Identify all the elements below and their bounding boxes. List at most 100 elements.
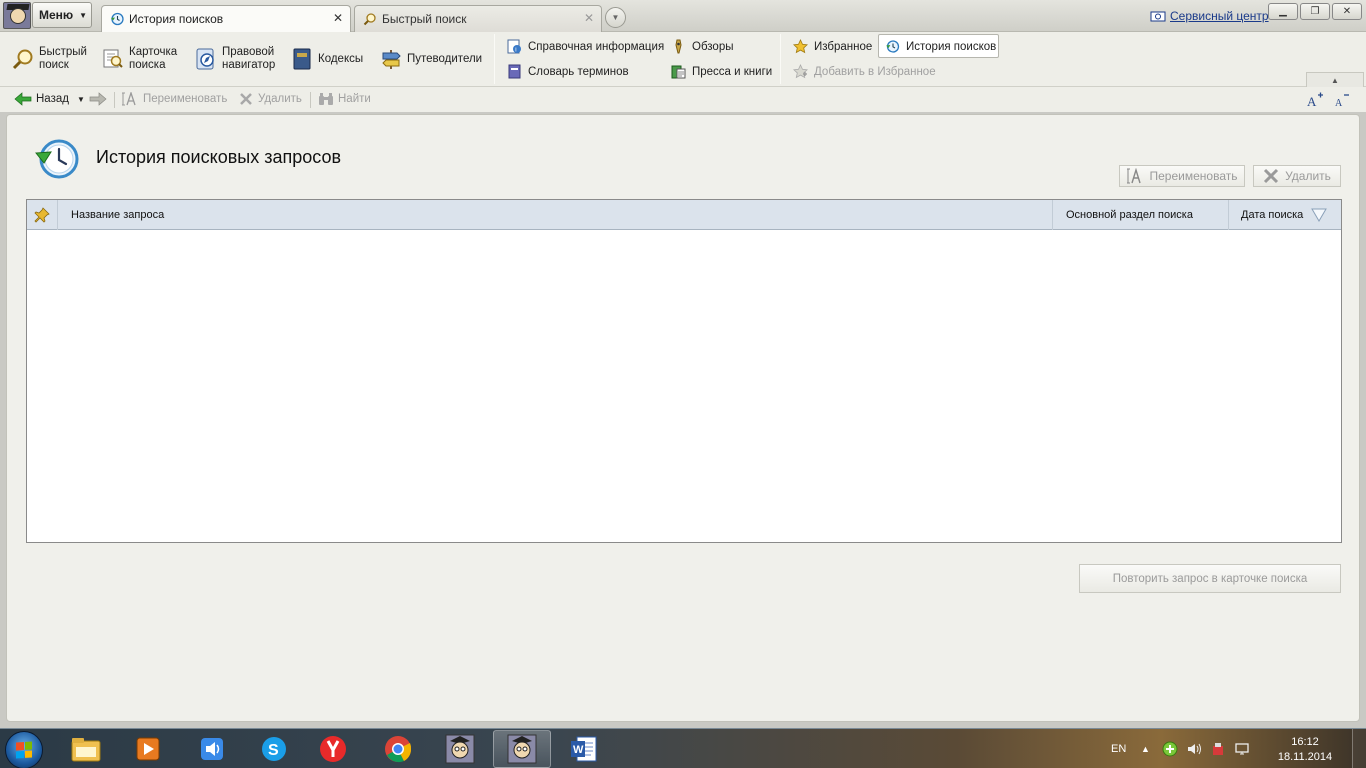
column-header-label: Основной раздел поиска <box>1066 209 1193 221</box>
add-to-favorites-button[interactable]: Добавить в Избранное <box>793 64 936 79</box>
reviews-icon <box>675 39 682 54</box>
delete-toolbar-label: Удалить <box>258 93 302 105</box>
tabs-dropdown-button[interactable]: ▼ <box>605 7 626 28</box>
volume-tray-icon[interactable] <box>1186 729 1202 768</box>
favorites-button[interactable]: Избранное <box>793 39 872 54</box>
dictionary-button[interactable]: Словарь терминов <box>507 64 629 79</box>
toolbar-separator <box>114 92 115 108</box>
chevron-down-icon[interactable]: ▼ <box>77 95 85 104</box>
show-desktop-button[interactable] <box>1352 729 1366 768</box>
search-history-label: История поисков <box>906 40 997 53</box>
clock[interactable]: 16:12 18.11.2014 <box>1272 735 1338 765</box>
windows-logo-icon <box>16 741 32 759</box>
tab-label: История поисков <box>129 12 224 26</box>
service-center-link[interactable]: Сервисный центр <box>1150 9 1269 23</box>
monitor-icon <box>1235 743 1249 755</box>
start-button[interactable] <box>5 731 43 768</box>
yandex-browser-taskbar-button[interactable] <box>304 730 362 768</box>
usb-icon <box>1213 743 1223 755</box>
column-header-search-date[interactable]: Дата поиска <box>1229 200 1341 230</box>
font-decrease-icon: A <box>1335 94 1349 108</box>
press-icon <box>671 65 686 79</box>
column-header-query-name[interactable]: Название запроса <box>58 200 1053 230</box>
network-tray-icon[interactable] <box>1210 729 1226 768</box>
dictionary-label: Словарь терминов <box>528 65 629 78</box>
menu-button[interactable]: Меню ▼ <box>32 2 92 28</box>
menu-button-label: Меню <box>39 8 74 22</box>
decrease-font-button[interactable]: A <box>1332 91 1350 108</box>
skype-taskbar-button[interactable]: S <box>245 730 303 768</box>
find-toolbar-label: Найти <box>338 93 371 105</box>
language-indicator[interactable]: EN <box>1111 729 1126 768</box>
svg-text:A: A <box>1307 94 1317 108</box>
label-line1: Кодексы <box>318 52 364 65</box>
star-icon <box>793 39 808 54</box>
delete-x-icon <box>1264 168 1279 184</box>
audio-taskbar-button[interactable] <box>183 730 241 768</box>
title-bar: Меню ▼ История поисков ✕ Быстрый поиск ✕… <box>0 0 1366 32</box>
delete-button-label: Удалить <box>1285 169 1331 183</box>
close-icon[interactable]: ✕ <box>333 11 343 25</box>
book-icon <box>293 48 311 70</box>
volume-icon <box>1188 743 1201 755</box>
delete-button[interactable]: Удалить <box>1253 165 1341 187</box>
chrome-taskbar-button[interactable] <box>369 730 427 768</box>
search-card-button[interactable]: Карточка поиска <box>102 46 177 72</box>
toolbar-separator <box>310 92 311 108</box>
tab-quick-search[interactable]: Быстрый поиск ✕ <box>354 5 602 32</box>
consultant-taskbar-button[interactable] <box>431 730 489 768</box>
tray-app-icon[interactable] <box>1162 729 1178 768</box>
clock-date: 18.11.2014 <box>1277 751 1333 763</box>
media-player-taskbar-button[interactable] <box>119 730 177 768</box>
forward-button[interactable] <box>89 92 107 106</box>
ribbon: Быстрый поиск Карточка поиска Правовой нави… <box>0 32 1366 87</box>
column-header-label: Дата поиска <box>1241 209 1304 221</box>
rename-button[interactable]: Переименовать <box>1119 165 1245 187</box>
codes-button[interactable]: Кодексы <box>291 48 363 70</box>
ribbon-separator <box>494 34 495 84</box>
close-window-button[interactable]: ✕ <box>1332 3 1362 20</box>
increase-font-button[interactable]: A <box>1306 91 1324 108</box>
pin-column-header[interactable] <box>27 200 58 230</box>
taskbar: S W EN ▲ 16:12 18.11.2014 <box>0 728 1366 768</box>
guides-button[interactable]: Путеводители <box>380 48 482 70</box>
repeat-query-button[interactable]: Повторить запрос в карточке поиска <box>1079 564 1341 593</box>
tab-search-history[interactable]: История поисков ✕ <box>101 5 351 32</box>
quick-search-button[interactable]: Быстрый поиск <box>12 46 87 72</box>
action-center-tray-icon[interactable] <box>1234 729 1250 768</box>
close-icon[interactable]: ✕ <box>584 11 594 25</box>
consultant-active-taskbar-button[interactable] <box>493 730 551 768</box>
column-header-main-section[interactable]: Основной раздел поиска <box>1053 200 1229 230</box>
label-line1: Путеводители <box>407 52 483 65</box>
back-button[interactable]: Назад ▼ <box>14 92 85 106</box>
show-hidden-icons-button[interactable]: ▲ <box>1141 729 1150 768</box>
search-history-button-content[interactable]: История поисков <box>885 39 996 54</box>
find-toolbar-button[interactable]: Найти <box>318 92 371 106</box>
column-header-label: Название запроса <box>71 209 165 221</box>
maximize-button[interactable]: ❐ <box>1300 3 1330 20</box>
word-taskbar-button[interactable]: W <box>555 730 613 768</box>
history-icon <box>111 12 124 26</box>
app-logo-icon[interactable] <box>3 2 31 29</box>
reference-info-button[interactable]: i Справочная информация <box>507 39 664 54</box>
favorites-label: Избранное <box>814 40 873 53</box>
plus-badge-icon <box>1162 741 1178 757</box>
ribbon-separator <box>780 34 781 84</box>
rename-toolbar-button[interactable]: Переименовать <box>122 92 227 106</box>
legal-navigator-button[interactable]: Правовой навигатор <box>195 46 275 72</box>
press-books-button[interactable]: Пресса и книги <box>671 64 772 79</box>
word-icon: W <box>571 736 597 762</box>
collapse-ribbon-button[interactable]: ▲ <box>1306 72 1364 87</box>
reviews-label: Обзоры <box>692 40 734 53</box>
label-line1: Быстрый <box>39 46 87 58</box>
explorer-taskbar-button[interactable] <box>57 730 115 768</box>
consultant-icon <box>507 734 537 764</box>
reviews-button[interactable]: Обзоры <box>671 39 733 54</box>
label-line2: навигатор <box>222 59 276 71</box>
minimize-button[interactable]: ▁ <box>1268 3 1298 20</box>
media-player-icon <box>136 737 160 761</box>
back-label: Назад <box>36 93 69 105</box>
delete-x-icon <box>240 93 252 105</box>
delete-toolbar-button[interactable]: Удалить <box>239 92 302 106</box>
magnifier-icon <box>363 13 376 26</box>
